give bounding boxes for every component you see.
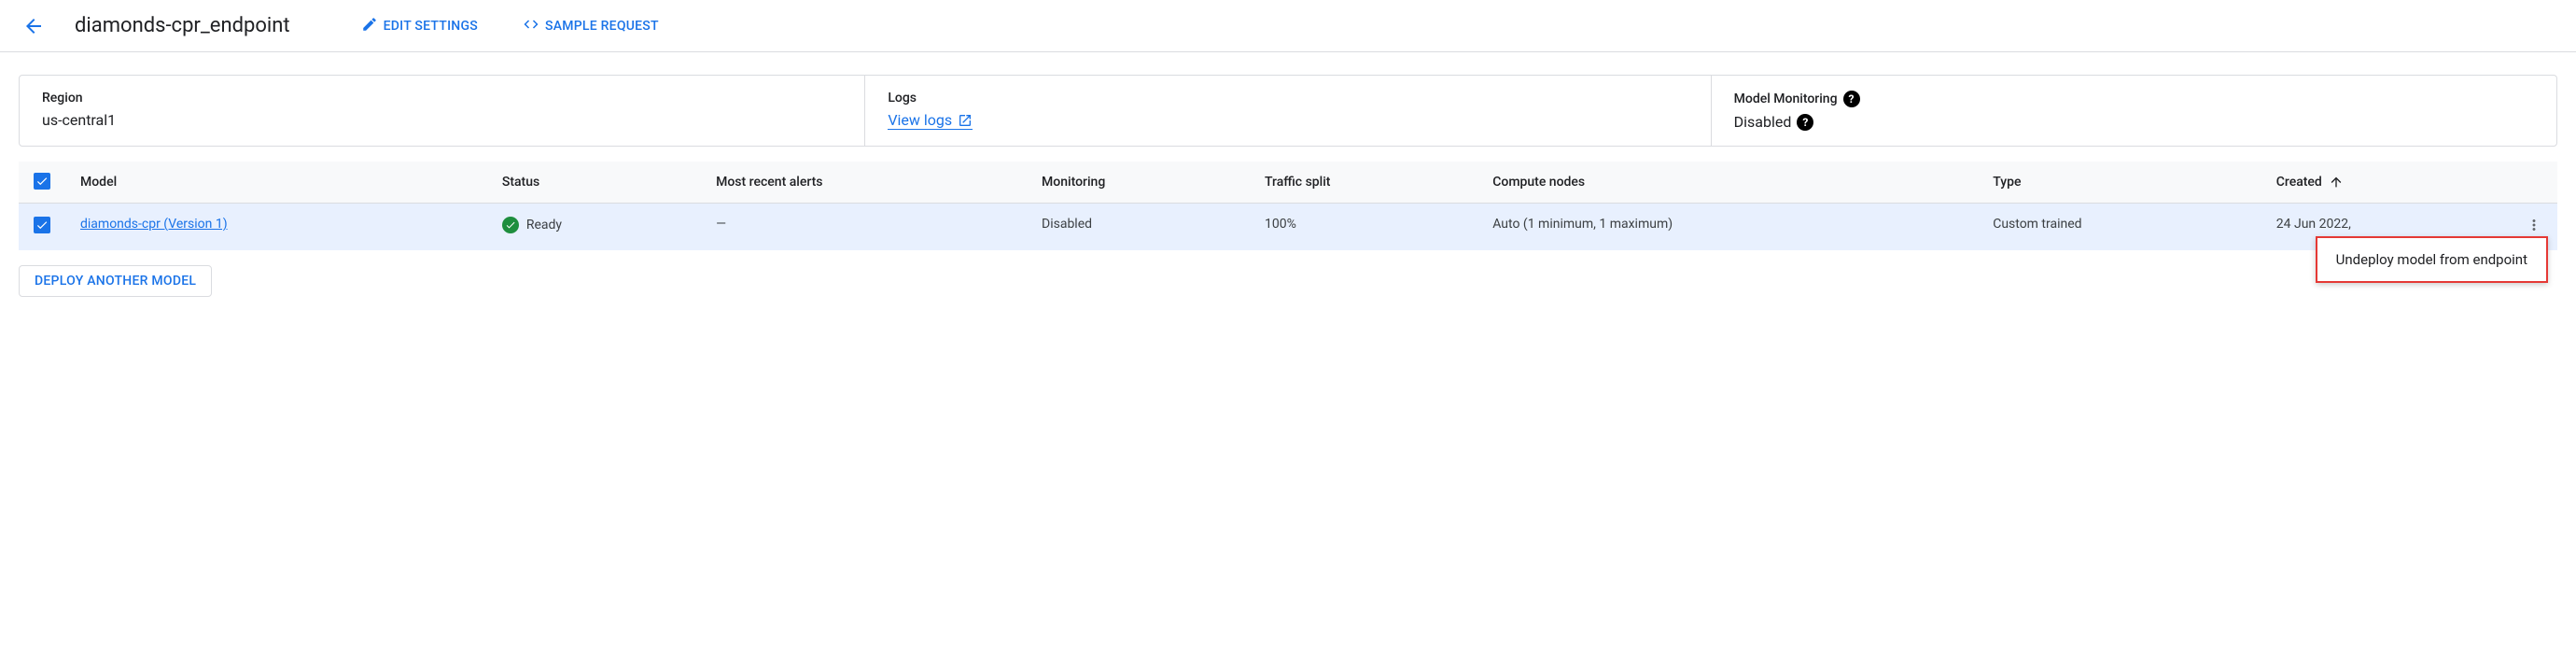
view-logs-text: View logs <box>888 111 952 129</box>
sample-request-label: SAMPLE REQUEST <box>545 19 659 34</box>
traffic-header[interactable]: Traffic split <box>1250 162 1477 204</box>
monitoring-section: Model Monitoring ? Disabled ? <box>1712 76 2556 146</box>
help-icon[interactable]: ? <box>1843 91 1860 107</box>
status-header[interactable]: Status <box>487 162 701 204</box>
deploy-another-model-button[interactable]: DEPLOY ANOTHER MODEL <box>19 265 212 297</box>
select-all-checkbox[interactable] <box>34 173 50 190</box>
alerts-header[interactable]: Most recent alerts <box>701 162 1027 204</box>
code-icon <box>523 16 539 36</box>
status-text: Ready <box>526 218 562 232</box>
info-panel: Region us-central1 Logs View logs Model … <box>19 75 2557 147</box>
model-link[interactable]: diamonds-cpr (Version 1) <box>80 217 228 232</box>
page-header: diamonds-cpr_endpoint EDIT SETTINGS SAMP… <box>0 0 2576 52</box>
monitoring-header[interactable]: Monitoring <box>1027 162 1250 204</box>
models-table: Model Status Most recent alerts Monitori… <box>19 162 2557 250</box>
back-arrow-icon[interactable] <box>15 7 52 45</box>
type-cell: Custom trained <box>1978 204 2261 251</box>
page-title: diamonds-cpr_endpoint <box>75 14 290 37</box>
edit-settings-label: EDIT SETTINGS <box>384 19 478 34</box>
sort-arrow-up-icon <box>2329 175 2344 190</box>
model-header[interactable]: Model <box>65 162 487 204</box>
created-header[interactable]: Created <box>2261 162 2511 204</box>
monitoring-value: Disabled ? <box>1734 113 2534 131</box>
table-row: diamonds-cpr (Version 1) Ready — Disable… <box>19 204 2557 251</box>
undeploy-menu-item[interactable]: Undeploy model from endpoint <box>2316 236 2548 283</box>
alerts-cell: — <box>701 204 1027 251</box>
view-logs-link[interactable]: View logs <box>888 111 973 130</box>
type-header[interactable]: Type <box>1978 162 2261 204</box>
monitoring-cell: Disabled <box>1027 204 1250 251</box>
sample-request-button[interactable]: SAMPLE REQUEST <box>511 8 670 44</box>
status-ready-icon <box>502 217 519 233</box>
table-header-row: Model Status Most recent alerts Monitori… <box>19 162 2557 204</box>
row-checkbox[interactable] <box>34 217 50 233</box>
select-all-header <box>19 162 65 204</box>
help-icon[interactable]: ? <box>1797 114 1813 131</box>
compute-header[interactable]: Compute nodes <box>1477 162 1978 204</box>
external-link-icon <box>958 113 973 128</box>
region-value: us-central1 <box>42 111 842 129</box>
compute-cell: Auto (1 minimum, 1 maximum) <box>1477 204 1978 251</box>
monitoring-label: Model Monitoring ? <box>1734 91 2534 107</box>
logs-section: Logs View logs <box>865 76 1711 146</box>
models-table-wrapper: Model Status Most recent alerts Monitori… <box>19 162 2557 250</box>
logs-label: Logs <box>888 91 1687 106</box>
traffic-cell: 100% <box>1250 204 1477 251</box>
more-actions-icon[interactable] <box>2526 217 2542 233</box>
actions-header <box>2511 162 2557 204</box>
edit-settings-button[interactable]: EDIT SETTINGS <box>350 8 489 44</box>
content-area: Region us-central1 Logs View logs Model … <box>0 52 2576 319</box>
edit-icon <box>361 16 378 36</box>
region-section: Region us-central1 <box>20 76 865 146</box>
region-label: Region <box>42 91 842 106</box>
status-cell: Ready <box>502 217 686 233</box>
